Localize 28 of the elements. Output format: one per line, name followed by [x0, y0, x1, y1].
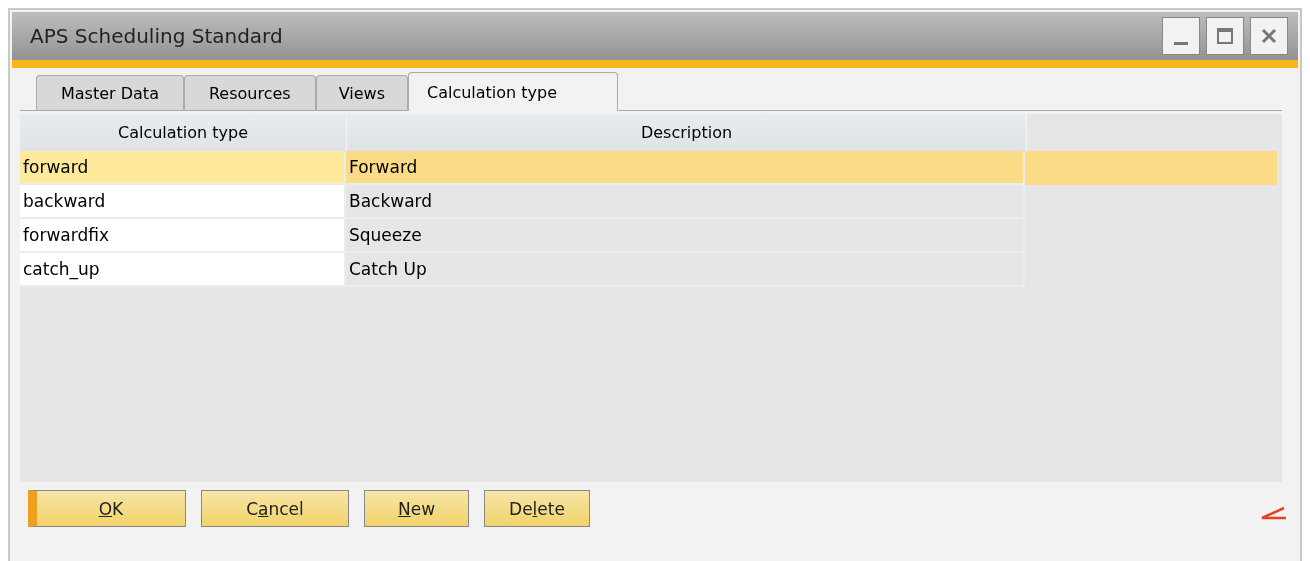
dialog-button[interactable]: Delete: [484, 490, 590, 527]
table-cell: forward: [20, 151, 346, 185]
maximize-button[interactable]: [1206, 17, 1244, 55]
table-cell: Backward: [346, 185, 1025, 219]
table-cell: backward: [20, 185, 346, 219]
window-title: APS Scheduling Standard: [30, 24, 283, 48]
minimize-button[interactable]: [1162, 17, 1200, 55]
table-cell: catch_up: [20, 253, 346, 287]
table-cell: Catch Up: [346, 253, 1025, 287]
tab[interactable]: Views: [315, 75, 408, 110]
close-button[interactable]: [1250, 17, 1288, 55]
dialog-button[interactable]: Cancel: [201, 490, 349, 527]
tab[interactable]: Calculation type: [407, 72, 619, 111]
tab[interactable]: Master Data: [36, 75, 184, 110]
column-header: Calculation type: [20, 114, 347, 151]
minimize-icon: [1174, 41, 1188, 45]
dialog-button[interactable]: OK: [28, 490, 186, 527]
dialog-button[interactable]: New: [364, 490, 469, 527]
table-cell: Squeeze: [346, 219, 1025, 253]
column-header: Description: [347, 114, 1027, 151]
table-row[interactable]: forwardfix Squeeze: [20, 219, 1282, 253]
table-row[interactable]: catch_up Catch Up: [20, 253, 1282, 287]
table-cell: forwardfix: [20, 219, 346, 253]
maximize-icon: [1214, 25, 1236, 47]
table-cell: Forward: [346, 151, 1025, 185]
table-row[interactable]: backward Backward: [20, 185, 1282, 219]
table-row[interactable]: forward Forward: [20, 151, 1282, 185]
tab[interactable]: Resources: [183, 75, 316, 110]
